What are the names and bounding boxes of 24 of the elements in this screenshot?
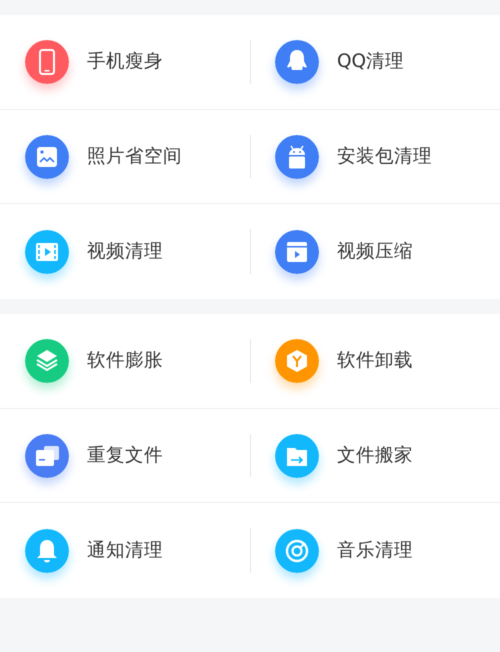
feature-tile[interactable]: 文件搬家 (250, 408, 500, 502)
feature-tile[interactable]: 重复文件 (0, 408, 250, 502)
feature-tile[interactable]: 安装包清理 (250, 110, 500, 204)
feature-tile[interactable]: 软件膨胀 (0, 314, 250, 408)
feature-tile[interactable]: 手机瘦身 (0, 15, 250, 109)
feature-label: QQ清理 (337, 50, 404, 74)
feature-label: 安装包清理 (337, 144, 432, 169)
feature-tile[interactable]: 照片省空间 (0, 110, 250, 204)
feature-label: 文件搬家 (337, 444, 413, 468)
feature-label: 音乐清理 (337, 538, 413, 563)
feature-tile[interactable]: 视频压缩 (250, 204, 500, 300)
feature-label: 通知清理 (87, 538, 163, 563)
feature-label: 软件膨胀 (87, 349, 163, 374)
feature-tile[interactable]: 音乐清理 (250, 503, 500, 598)
feature-tile[interactable]: 软件卸载 (250, 314, 500, 408)
feature-tile[interactable]: 通知清理 (0, 503, 250, 598)
feature-label: 手机瘦身 (87, 50, 163, 74)
feature-label: 视频清理 (87, 240, 163, 264)
feature-label: 重复文件 (87, 444, 163, 468)
feature-tile[interactable]: 视频清理 (0, 204, 250, 300)
feature-tile[interactable]: QQ清理 (250, 15, 500, 109)
feature-label: 照片省空间 (87, 144, 182, 169)
feature-label: 视频压缩 (337, 240, 413, 264)
feature-label: 软件卸载 (337, 349, 413, 374)
